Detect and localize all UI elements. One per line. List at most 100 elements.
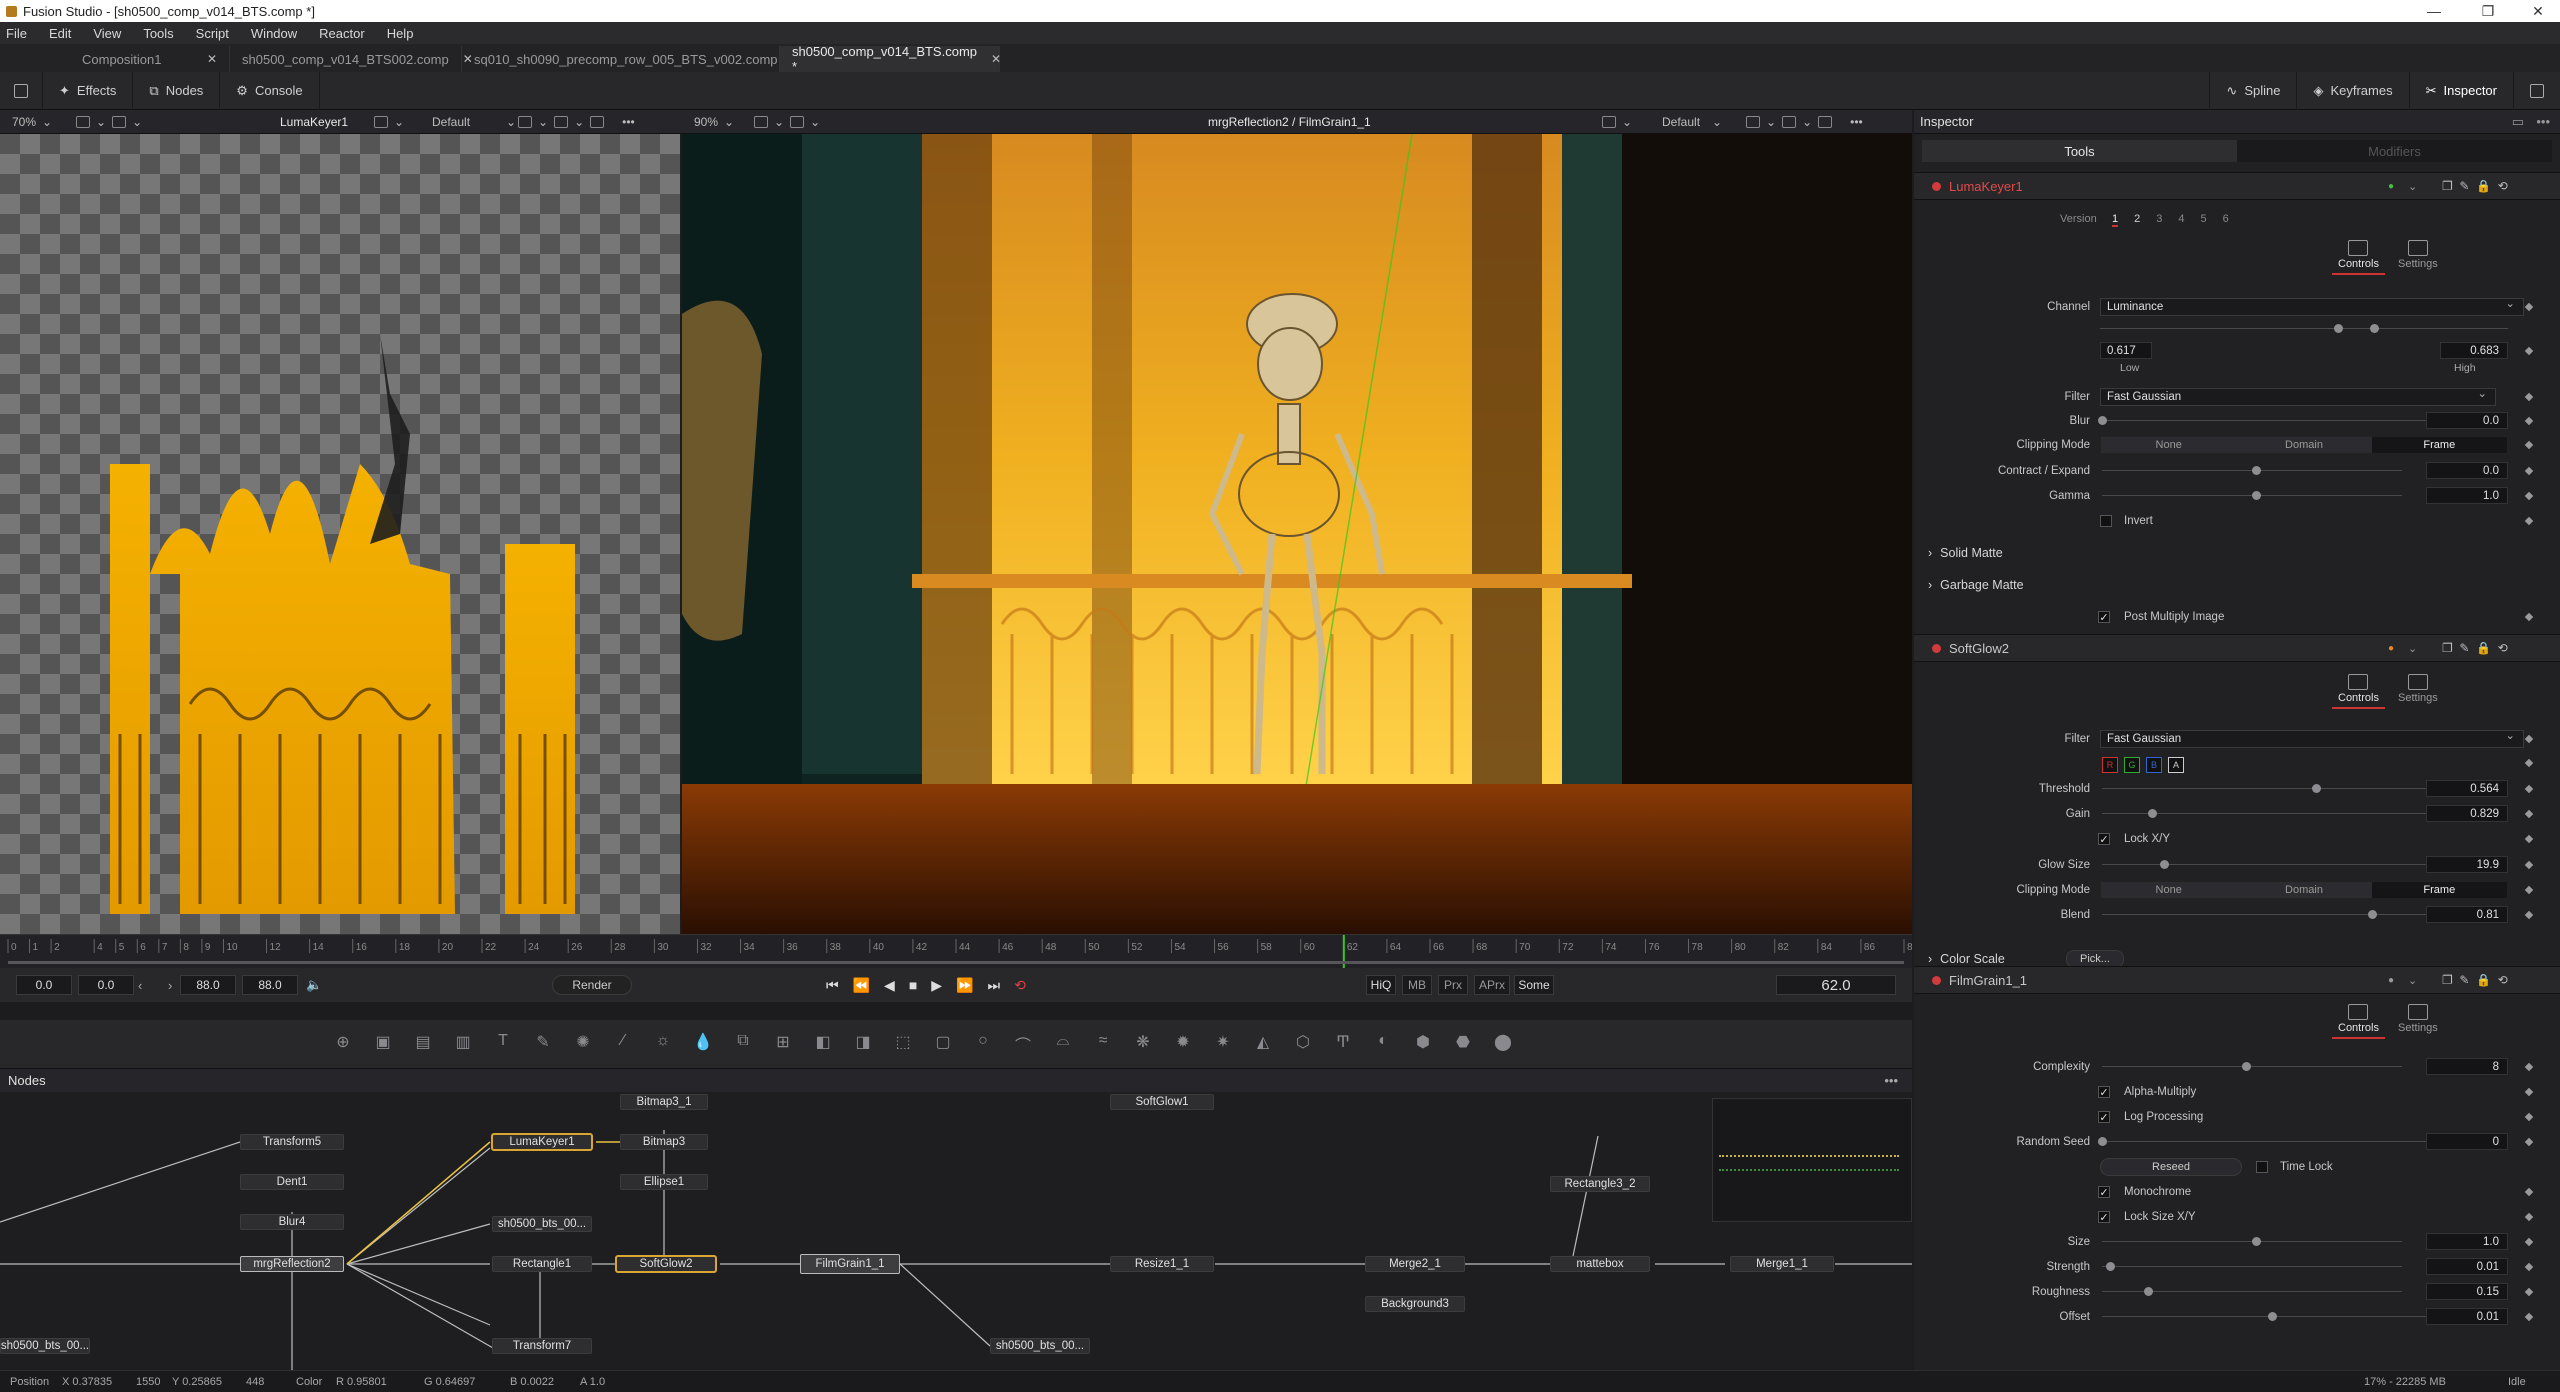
3d-render-tool-icon[interactable]: ⬣ [1450,1032,1476,1056]
clip-domain[interactable]: Domain [2236,882,2371,898]
right-roi-icon[interactable]: ⌄ [1596,110,1632,134]
text-tool-icon[interactable]: T [490,1032,516,1056]
tab-bts002[interactable]: sh0500_comp_v014_BTS002.comp ✕ [230,46,473,72]
threshold-value[interactable]: 0.564 [2426,780,2508,797]
invert-checkbox[interactable] [2100,515,2112,527]
offset-value[interactable]: 0.01 [2426,1308,2508,1325]
settings-tab-luma[interactable]: Settings [2398,240,2438,270]
keyframe-icon[interactable] [2524,516,2534,526]
play-reverse-icon[interactable]: ◀ [884,977,895,994]
filter-dropdown[interactable]: Fast Gaussian [2100,386,2496,406]
tool-icons-group[interactable]: ❐ ✎ 🔒 ⟲ [2442,973,2508,987]
drop-tool-icon[interactable]: 💧 [690,1032,716,1056]
right-zoom-select[interactable]: 90% ⌄ [694,110,734,134]
glow-size-value[interactable]: 19.9 [2426,856,2508,873]
keyframe-icon[interactable] [2524,1312,2534,1322]
mask-tool-icon[interactable]: ◨ [850,1032,876,1056]
chevron-down-icon[interactable]: ⌄ [2408,180,2417,193]
keyframe-icon[interactable] [2524,302,2534,312]
node-bitmap3-1[interactable]: Bitmap3_1 [620,1094,708,1110]
global-start-field[interactable]: 0.0 [16,975,72,995]
node-rectangle3-2[interactable]: Rectangle3_2 [1550,1176,1650,1192]
minimize-icon[interactable]: — [2412,0,2456,22]
keyframe-icon[interactable] [2524,885,2534,895]
node-merge1-1[interactable]: Merge1_1 [1730,1256,1834,1272]
node-graph[interactable]: Transform5 Dent1 Blur4 mrgReflection2 Lu… [0,1092,1912,1370]
particle-c-tool-icon[interactable]: ✷ [1210,1032,1236,1056]
node-mrgreflection2[interactable]: mrgReflection2 [240,1256,344,1272]
merge-tool-icon[interactable]: ▥ [450,1032,476,1056]
effects-button[interactable]: ✦ Effects [43,71,134,110]
size-value[interactable]: 1.0 [2426,1233,2508,1250]
version-3[interactable]: 3 [2156,213,2162,227]
keyframe-icon[interactable] [2524,784,2534,794]
gamma-slider[interactable] [2102,491,2402,500]
keyframe-icon[interactable] [2524,1287,2534,1297]
keyframes-button[interactable]: ◈ Keyframes [2297,71,2410,110]
close-tab-icon[interactable]: ✕ [207,52,217,66]
tab-tools[interactable]: Tools [1922,140,2237,162]
complexity-slider[interactable] [2102,1062,2402,1071]
particles-tool-icon[interactable]: ✺ [570,1032,596,1056]
ellipse-mask-tool-icon[interactable]: ○ [970,1032,996,1056]
node-blur4[interactable]: Blur4 [240,1214,344,1230]
close-icon[interactable]: ✕ [2516,0,2560,22]
keyframe-icon[interactable] [2524,910,2534,920]
node-dent1[interactable]: Dent1 [240,1174,344,1190]
garbage-matte-section[interactable]: › Garbage Matte [1928,574,2024,596]
go-to-start-icon[interactable]: ⏮ [826,977,839,994]
maximize-icon[interactable]: ❐ [2466,0,2510,22]
node-lumakeyer1[interactable]: LumaKeyer1 [492,1134,592,1150]
color-tool-icon[interactable]: ⊞ [770,1032,796,1056]
fullscreen-button[interactable] [2514,72,2560,110]
time-lock-checkbox[interactable] [2256,1161,2268,1173]
nodes-options-icon[interactable]: ••• [1884,1073,1898,1088]
globe-tool-icon[interactable]: ⊕ [330,1032,356,1056]
render-range-bar[interactable] [8,961,1904,964]
node-transform5[interactable]: Transform5 [240,1134,344,1150]
console-button[interactable]: ⚙ Console [220,71,320,110]
tab-modifiers[interactable]: Modifiers [2237,140,2552,162]
log-processing-checkbox[interactable]: ✓ [2098,1111,2110,1124]
matte-tool-icon[interactable]: ◧ [810,1032,836,1056]
tool-icons-group[interactable]: ❐ ✎ 🔒 ⟲ [2442,179,2508,193]
lock-size-checkbox[interactable]: ✓ [2098,1211,2110,1224]
low-value[interactable]: 0.617 [2100,342,2152,359]
version-5[interactable]: 5 [2201,213,2207,227]
some-button[interactable]: Some [1514,975,1554,995]
keyframe-icon[interactable] [2524,440,2534,450]
node-resize1-1[interactable]: Resize1_1 [1110,1256,1214,1272]
clip-frame[interactable]: Frame [2371,882,2507,898]
stop-icon[interactable]: ■ [909,977,917,994]
channel-g-toggle[interactable]: G [2124,757,2140,773]
seed-value[interactable]: 0 [2426,1133,2508,1150]
node-softglow2[interactable]: SoftGlow2 [616,1256,716,1272]
roughness-slider[interactable] [2102,1287,2402,1296]
keyframe-icon[interactable] [2524,491,2534,501]
menu-tools[interactable]: Tools [143,26,173,41]
size-slider[interactable] [2102,1237,2402,1246]
keyframe-icon[interactable] [2524,809,2534,819]
channel-dropdown[interactable]: Luminance [2100,296,2524,316]
bspline-mask-tool-icon[interactable]: ⌓ [1050,1032,1076,1056]
channel-tool-icon[interactable]: ⧉ [730,1032,756,1056]
inspector-layout-icon[interactable]: ▭ [2512,114,2524,130]
left-roi-icon[interactable]: ⌄ [368,110,404,134]
node-navigator[interactable] [1712,1098,1912,1222]
next-key-icon[interactable]: ⏩ [956,977,973,994]
rect-tool-tool-icon[interactable]: ▣ [370,1032,396,1056]
keyframe-icon[interactable] [2524,1137,2534,1147]
keyframe-icon[interactable] [2524,1237,2534,1247]
keyframe-icon[interactable] [2524,346,2534,356]
tool-icons-group[interactable]: ❐ ✎ 🔒 ⟲ [2442,641,2508,655]
prev-key-icon[interactable]: ⏪ [853,977,870,994]
brush-tool-icon[interactable]: ⁄ [610,1032,636,1056]
tab-active-comp[interactable]: sh0500_comp_v014_BTS.comp * ✕ [780,44,1001,74]
keyframe-icon[interactable] [2524,612,2534,622]
menu-view[interactable]: View [93,26,121,41]
right-viewer-canvas[interactable] [682,134,1912,934]
polygon-mask-tool-icon[interactable]: ⌒ [1010,1032,1036,1056]
right-viewer-icons[interactable]: ⌄ ⌄ ••• [1740,110,1863,134]
node-merge2-1[interactable]: Merge2_1 [1365,1256,1465,1272]
roughness-value[interactable]: 0.15 [2426,1283,2508,1300]
